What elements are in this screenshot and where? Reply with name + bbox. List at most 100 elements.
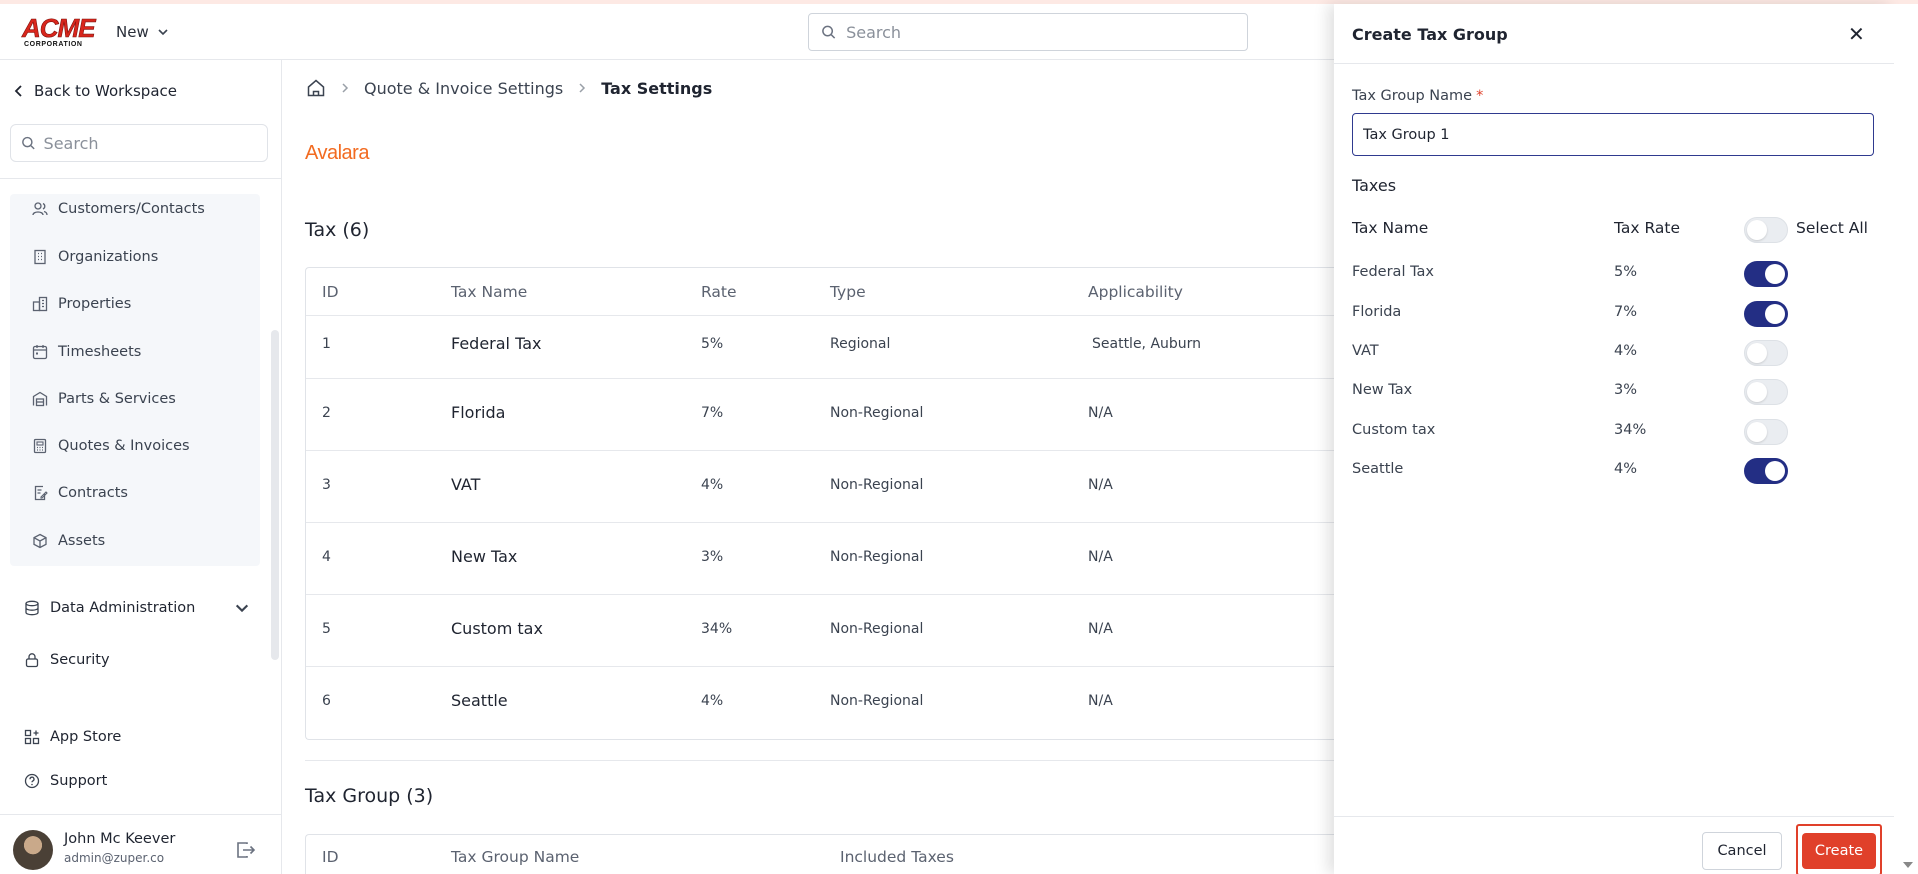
sidebar-item-organizations[interactable]: Organizations (32, 249, 158, 265)
tax-toggle-seattle[interactable] (1744, 458, 1788, 484)
tax-toggle-federal[interactable] (1744, 261, 1788, 287)
column-header-applicability: Applicability (1088, 283, 1183, 301)
table-row[interactable]: 3 VAT 4% Non-Regional N/A (306, 450, 1345, 522)
select-all-toggle[interactable] (1744, 217, 1788, 243)
cell-id: 6 (322, 693, 331, 709)
tax-option-rate: 7% (1614, 304, 1638, 320)
tax-section-title: Tax (6) (305, 219, 370, 241)
column-header-rate: Rate (701, 283, 737, 301)
tax-option-row: New Tax 3% (1334, 372, 1894, 412)
chevron-right-icon (579, 83, 586, 93)
sidebar-search[interactable] (10, 124, 268, 162)
sidebar-item-properties[interactable]: Properties (32, 296, 131, 312)
close-icon[interactable]: ✕ (1848, 24, 1865, 44)
contract-icon (34, 485, 48, 501)
tax-table: ID Tax Name Rate Type Applicability 1 Fe… (305, 267, 1345, 740)
cell-id: 4 (322, 549, 331, 565)
cell-tax-name: VAT (451, 475, 481, 494)
cell-rate: 4% (701, 693, 724, 709)
sidebar-item-parts-services[interactable]: Parts & Services (32, 391, 176, 407)
column-header-tax-name: Tax Name (1352, 219, 1429, 237)
new-menu-button[interactable]: New (116, 23, 169, 41)
cube-icon (33, 533, 47, 549)
sidebar-scrollbar[interactable] (271, 330, 279, 660)
company-logo[interactable]: ACME CORPORATION (22, 15, 96, 48)
toggle-knob (1747, 343, 1767, 363)
sidebar-item-data-administration[interactable]: Data Administration (24, 600, 250, 616)
global-search-input[interactable] (846, 22, 1247, 42)
chevron-down-icon (158, 29, 168, 36)
sidebar-item-app-store[interactable]: App Store (24, 729, 121, 745)
taxes-section-label: Taxes (1352, 176, 1397, 195)
tax-option-rate: 5% (1614, 264, 1638, 280)
page-scrollbar[interactable] (1894, 4, 1918, 874)
cell-applicability: Seattle, Auburn (1092, 336, 1202, 352)
cell-type: Non-Regional (830, 693, 924, 709)
breadcrumb-current: Tax Settings (601, 78, 713, 98)
tax-option-row: Federal Tax 5% (1334, 254, 1894, 294)
create-button-highlight: Create (1796, 824, 1882, 874)
cell-id: 2 (322, 405, 331, 421)
table-row[interactable]: 5 Custom tax 34% Non-Regional N/A (306, 594, 1345, 666)
breadcrumb-parent-link[interactable]: Quote & Invoice Settings (364, 79, 563, 98)
cell-tax-name: New Tax (451, 547, 518, 566)
building-icon (34, 249, 46, 265)
scroll-down-arrow-icon[interactable] (1903, 862, 1913, 868)
tax-toggle-new-tax[interactable] (1744, 379, 1788, 405)
cell-type: Regional (830, 336, 891, 352)
tax-option-row: Custom tax 34% (1334, 412, 1894, 452)
cell-applicability: N/A (1088, 405, 1113, 421)
cell-applicability: N/A (1088, 621, 1113, 637)
sidebar-item-timesheets[interactable]: Timesheets (32, 344, 141, 360)
tax-option-row: VAT 4% (1334, 333, 1894, 373)
cell-rate: 5% (701, 336, 724, 352)
global-search[interactable] (808, 13, 1248, 51)
tax-toggle-florida[interactable] (1744, 301, 1788, 327)
sidebar-item-contracts[interactable]: Contracts (32, 485, 128, 501)
toggle-knob (1747, 422, 1767, 442)
create-tax-group-drawer: Create Tax Group ✕ Tax Group Name* Taxes… (1334, 4, 1894, 874)
tax-option-name: Federal Tax (1352, 264, 1435, 280)
sidebar-item-label: Support (50, 773, 108, 789)
column-header-id: ID (322, 283, 339, 301)
sidebar-item-quotes-invoices[interactable]: Quotes & Invoices (32, 438, 190, 454)
tax-group-name-input[interactable] (1352, 113, 1874, 156)
create-button[interactable]: Create (1802, 833, 1876, 869)
sidebar-item-security[interactable]: Security (24, 652, 110, 668)
cell-applicability: N/A (1088, 549, 1113, 565)
tax-toggle-vat[interactable] (1744, 340, 1788, 366)
tax-toggle-custom-tax[interactable] (1744, 419, 1788, 445)
cell-tax-name: Seattle (451, 691, 508, 710)
sidebar-item-assets[interactable]: Assets (32, 533, 105, 549)
logout-icon[interactable] (236, 841, 256, 859)
table-row[interactable]: 4 New Tax 3% Non-Regional N/A (306, 522, 1345, 594)
sidebar-search-input[interactable] (43, 133, 267, 153)
sidebar-item-support[interactable]: Support (24, 773, 107, 789)
drawer-title: Create Tax Group (1352, 25, 1508, 44)
back-label: Back to Workspace (34, 82, 177, 100)
table-row[interactable]: 2 Florida 7% Non-Regional N/A (306, 378, 1345, 450)
sidebar-divider (0, 178, 281, 179)
new-label: New (116, 23, 149, 41)
tax-group-section-title: Tax Group (3) (305, 785, 434, 807)
user-email: admin@zuper.co (64, 851, 165, 865)
warehouse-icon (32, 391, 48, 407)
avatar[interactable] (13, 830, 53, 870)
column-header-tax-rate: Tax Rate (1614, 219, 1681, 237)
cancel-button[interactable]: Cancel (1702, 832, 1782, 870)
sidebar-item-label: Timesheets (58, 344, 142, 360)
breadcrumb: Quote & Invoice Settings Tax Settings (306, 78, 712, 98)
table-row[interactable]: 6 Seattle 4% Non-Regional N/A (306, 666, 1345, 738)
avalara-logo: Avalara (305, 142, 369, 164)
tax-option-name: New Tax (1352, 382, 1413, 398)
cell-rate: 7% (701, 405, 724, 421)
cell-applicability: N/A (1088, 477, 1113, 493)
home-icon[interactable] (306, 78, 326, 98)
tax-option-rate: 4% (1614, 461, 1638, 477)
properties-icon (32, 296, 48, 312)
table-row[interactable]: 1 Federal Tax 5% Regional Seattle, Aubur… (306, 315, 1345, 378)
column-header-tax-name: Tax Name (451, 283, 528, 301)
tax-group-name-label: Tax Group Name * (1352, 88, 1483, 104)
sidebar-item-customers[interactable]: Customers/Contacts (32, 201, 205, 217)
back-to-workspace-link[interactable]: Back to Workspace (14, 82, 177, 100)
